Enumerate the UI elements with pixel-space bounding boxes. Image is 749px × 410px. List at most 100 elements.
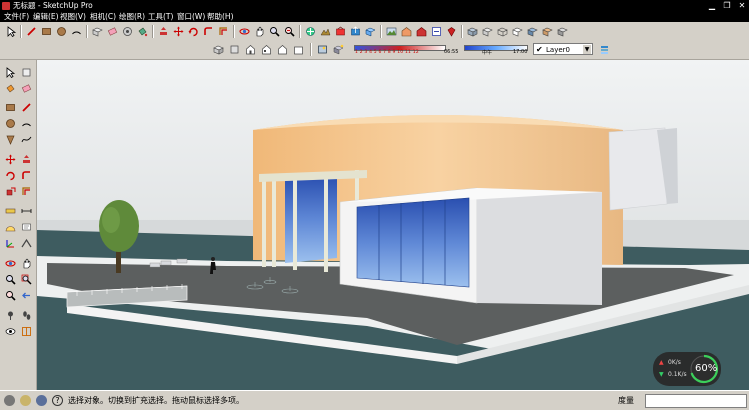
top-view-icon[interactable] xyxy=(228,43,241,56)
minimize-button[interactable]: ▁ xyxy=(705,1,719,11)
pan-side-icon[interactable] xyxy=(19,256,33,270)
memory-percent: 60% xyxy=(695,363,718,374)
zoom-extents-side-icon[interactable] xyxy=(3,288,17,302)
zoom-extents-icon[interactable] xyxy=(283,25,296,38)
rectangle-side-icon[interactable] xyxy=(3,100,17,114)
right-view-icon[interactable] xyxy=(260,43,273,56)
share-component-icon[interactable] xyxy=(364,25,377,38)
front-view-icon[interactable] xyxy=(244,43,257,56)
menu-help[interactable]: 帮助(H) xyxy=(207,12,234,22)
push-pull-side-icon[interactable] xyxy=(19,152,33,166)
follow-me-side-icon[interactable] xyxy=(19,168,33,182)
circle-side-icon[interactable] xyxy=(3,116,17,130)
get-models-icon[interactable] xyxy=(334,25,347,38)
display-shadows-icon[interactable] xyxy=(332,43,345,56)
status-bar: ? 选择对象。切换到扩充选择。拖动鼠标选择多项。 度量 xyxy=(0,390,749,410)
xray-toggle-icon[interactable] xyxy=(466,25,479,38)
iso-view-icon[interactable] xyxy=(212,43,225,56)
line-side-icon[interactable] xyxy=(19,100,33,114)
section-plane-side-icon[interactable] xyxy=(19,324,33,338)
3d-text-side-icon[interactable] xyxy=(19,236,33,250)
select-arrow-icon[interactable] xyxy=(3,65,17,79)
shaded-style-icon[interactable] xyxy=(526,25,539,38)
tape-measure-icon[interactable] xyxy=(121,25,134,38)
rectangle-tool-icon[interactable] xyxy=(40,25,53,38)
tape-measure-side-icon[interactable] xyxy=(3,204,17,218)
axes-side-icon[interactable] xyxy=(3,236,17,250)
select-tool-icon[interactable] xyxy=(5,25,18,38)
dimension-side-icon[interactable] xyxy=(19,204,33,218)
geo-location-icon[interactable] xyxy=(4,395,15,406)
menu-edit[interactable]: 编辑(E) xyxy=(33,12,59,22)
zoom-tool-icon[interactable] xyxy=(268,25,281,38)
make-component-side-icon[interactable] xyxy=(19,65,33,79)
credits-icon[interactable] xyxy=(20,395,31,406)
hidden-line-style-icon[interactable] xyxy=(511,25,524,38)
textured-style-icon[interactable] xyxy=(541,25,554,38)
sketchup-app-icon xyxy=(2,2,10,10)
extension-warehouse-icon[interactable] xyxy=(415,25,428,38)
rotate-tool-icon[interactable] xyxy=(187,25,200,38)
offset-tool-icon[interactable] xyxy=(217,25,230,38)
share-model-icon[interactable] xyxy=(349,25,362,38)
back-edges-icon[interactable] xyxy=(481,25,494,38)
chevron-down-icon[interactable]: ▼ xyxy=(583,45,591,54)
user-icon[interactable] xyxy=(36,395,47,406)
menu-file[interactable]: 文件(F) xyxy=(4,12,29,22)
toggle-terrain-icon[interactable] xyxy=(319,25,332,38)
arc-tool-icon[interactable] xyxy=(70,25,83,38)
follow-me-icon[interactable] xyxy=(202,25,215,38)
close-button[interactable]: ✕ xyxy=(735,1,749,11)
layer-dropdown[interactable]: ✔ Layer0 ▼ xyxy=(533,43,593,55)
maximize-button[interactable]: ❐ xyxy=(720,1,734,11)
look-around-side-icon[interactable] xyxy=(3,324,17,338)
move-tool-icon[interactable] xyxy=(172,25,185,38)
orbit-tool-icon[interactable] xyxy=(238,25,251,38)
scale-side-icon[interactable] xyxy=(3,184,17,198)
offset-side-icon[interactable] xyxy=(19,184,33,198)
menu-camera[interactable]: 相机(C) xyxy=(90,12,116,22)
help-icon[interactable]: ? xyxy=(52,395,63,406)
left-view-icon[interactable] xyxy=(292,43,305,56)
zoom-side-icon[interactable] xyxy=(3,272,17,286)
paint-bucket-icon[interactable] xyxy=(136,25,149,38)
make-component-icon[interactable] xyxy=(91,25,104,38)
wireframe-style-icon[interactable] xyxy=(496,25,509,38)
menu-draw[interactable]: 绘图(R) xyxy=(119,12,145,22)
modeling-viewport[interactable]: ▲ 0K/s ▼ 0.1K/s 60% xyxy=(37,60,749,390)
push-pull-icon[interactable] xyxy=(157,25,170,38)
orbit-side-icon[interactable] xyxy=(3,256,17,270)
menu-view[interactable]: 视图(V) xyxy=(60,12,86,22)
paint-bucket-side-icon[interactable] xyxy=(3,81,17,95)
add-location-icon[interactable] xyxy=(304,25,317,38)
layout-send-icon[interactable] xyxy=(430,25,443,38)
freehand-side-icon[interactable] xyxy=(19,132,33,146)
date-ticks: 1 2 3 4 5 6 7 8 9 10 11 12 xyxy=(355,50,419,55)
position-camera-side-icon[interactable] xyxy=(3,308,17,322)
time-start-label: 06:55 xyxy=(444,49,459,55)
layer-manager-icon[interactable] xyxy=(598,43,611,56)
previous-view-side-icon[interactable] xyxy=(19,288,33,302)
eraser-tool-icon[interactable] xyxy=(106,25,119,38)
ruby-console-icon[interactable] xyxy=(445,25,458,38)
move-side-icon[interactable] xyxy=(3,152,17,166)
polygon-side-icon[interactable] xyxy=(3,132,17,146)
rotate-side-icon[interactable] xyxy=(3,168,17,182)
circle-tool-icon[interactable] xyxy=(55,25,68,38)
shadow-settings-icon[interactable] xyxy=(316,43,329,56)
measurements-input[interactable] xyxy=(645,394,747,408)
monochrome-style-icon[interactable] xyxy=(556,25,569,38)
menu-window[interactable]: 窗口(W) xyxy=(177,12,205,22)
text-side-icon[interactable] xyxy=(19,220,33,234)
photo-textures-icon[interactable] xyxy=(385,25,398,38)
pan-tool-icon[interactable] xyxy=(253,25,266,38)
warehouse-icon[interactable] xyxy=(400,25,413,38)
eraser-side-icon[interactable] xyxy=(19,81,33,95)
arc-side-icon[interactable] xyxy=(19,116,33,130)
walk-side-icon[interactable] xyxy=(19,308,33,322)
line-tool-icon[interactable] xyxy=(25,25,38,38)
menu-tools[interactable]: 工具(T) xyxy=(148,12,173,22)
zoom-window-side-icon[interactable] xyxy=(19,272,33,286)
protractor-side-icon[interactable] xyxy=(3,220,17,234)
back-view-icon[interactable] xyxy=(276,43,289,56)
